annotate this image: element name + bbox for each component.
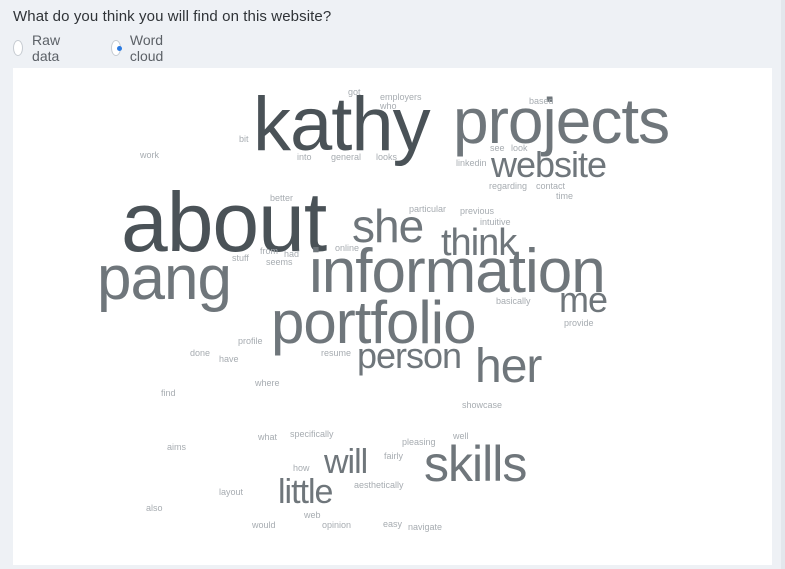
word-intuitive: intuitive — [480, 217, 511, 227]
word-previous: previous — [460, 206, 495, 216]
word-stuff: stuff — [232, 253, 249, 263]
word-little: little — [278, 473, 333, 511]
word-general: general — [331, 152, 362, 162]
word-her: her — [475, 340, 542, 393]
word-person: person — [357, 335, 462, 376]
word-how: how — [293, 463, 310, 473]
word-provide: provide — [564, 318, 594, 328]
word-work: work — [140, 150, 160, 160]
word-fairly: fairly — [384, 451, 404, 461]
word-profile: profile — [238, 336, 263, 346]
word-aims: aims — [167, 442, 187, 452]
word-pleasing: pleasing — [402, 437, 436, 447]
word-online: online — [335, 243, 360, 253]
word-cloud-label: Word cloud — [129, 32, 164, 64]
word-better: better — [270, 193, 294, 203]
word-navigate: navigate — [408, 522, 443, 532]
word-skills: skills — [424, 436, 527, 492]
word-seems: seems — [266, 257, 293, 267]
word-layout: layout — [219, 487, 244, 497]
word-also: also — [146, 503, 163, 513]
word-done: done — [190, 348, 211, 358]
word-linkedin: linkedin — [456, 158, 487, 168]
word-pang: pang — [97, 244, 232, 313]
word-find: find — [161, 388, 176, 398]
word-showcase: showcase — [462, 400, 503, 410]
word-particular: particular — [409, 204, 447, 214]
scrollbar-track[interactable] — [781, 0, 785, 569]
word-me: me — [559, 279, 608, 320]
word-website: website — [491, 144, 607, 185]
word-basically: basically — [496, 296, 531, 306]
word-well: well — [453, 431, 469, 441]
word-contact: contact — [536, 181, 566, 191]
word-think: think — [441, 222, 517, 264]
word-cloud-radio[interactable] — [111, 40, 122, 56]
word-got: got — [348, 87, 361, 97]
word-have: have — [219, 354, 239, 364]
raw-data-option[interactable]: Raw data — [13, 32, 66, 64]
word-who: who — [380, 101, 397, 111]
word-regarding: regarding — [489, 181, 528, 191]
word-from: from — [260, 246, 278, 256]
word-easy: easy — [383, 519, 403, 529]
word-time: time — [556, 191, 574, 201]
word-into: into — [297, 152, 312, 162]
word-look: look — [511, 143, 528, 153]
word-resume: resume — [321, 348, 352, 358]
question-title: What do you think you will find on this … — [13, 8, 332, 25]
word-bit: bit — [239, 134, 249, 144]
word-aesthetically: aesthetically — [354, 480, 404, 490]
raw-data-label: Raw data — [32, 32, 61, 64]
word-see: see — [490, 143, 505, 153]
word-based: based — [529, 96, 554, 106]
word-opinion: opinion — [322, 520, 352, 530]
word-what: what — [258, 432, 278, 442]
word-cloud-option[interactable]: Word cloud — [111, 32, 169, 64]
word-specifically: specifically — [290, 429, 334, 439]
word-looks: looks — [376, 152, 398, 162]
word-would: would — [252, 520, 276, 530]
word-where: where — [255, 378, 280, 388]
raw-data-radio[interactable] — [13, 40, 24, 56]
word-cloud-panel: about kathy projects information pang portfol… — [13, 68, 772, 565]
word-web: web — [304, 510, 321, 520]
